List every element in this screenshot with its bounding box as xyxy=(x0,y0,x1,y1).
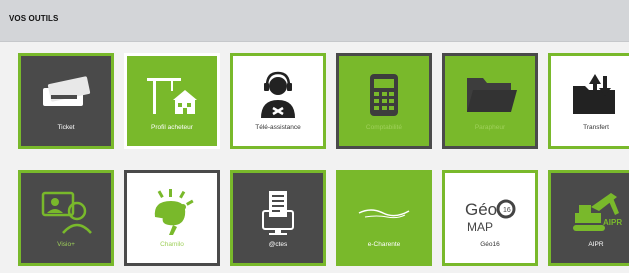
tile-label: Ticket xyxy=(57,124,75,131)
tile-label: Comptabilité xyxy=(365,124,403,131)
chameleon-icon xyxy=(143,187,201,237)
tile-label: Chamilo xyxy=(160,241,184,248)
section-header: VOS OUTILS xyxy=(0,0,629,42)
tile-profil-acheteur[interactable]: Profil acheteur xyxy=(124,53,220,149)
support-headset-icon xyxy=(249,70,307,120)
tile-label: Visio+ xyxy=(57,241,75,248)
tile-chamilo[interactable]: Chamilo xyxy=(124,170,220,266)
tile-parapheur[interactable]: Parapheur xyxy=(442,53,538,149)
video-call-icon xyxy=(37,187,95,237)
calculator-icon xyxy=(355,70,413,120)
excavator-icon: AIPR xyxy=(567,187,625,237)
ticket-icon xyxy=(37,70,95,120)
construction-building-icon xyxy=(143,70,201,120)
tile-transfert[interactable]: Transfert xyxy=(548,53,629,149)
tile-label: Parapheur xyxy=(474,124,506,131)
document-monitor-icon xyxy=(249,187,307,237)
tile-label: Transfert xyxy=(583,124,609,131)
e-charente-logo-icon xyxy=(355,187,413,237)
tile-actes[interactable]: @ctes xyxy=(230,170,326,266)
svg-text:Géo: Géo xyxy=(465,200,497,219)
tile-label: Géo16 xyxy=(480,241,500,248)
tile-geo16[interactable]: Géo 16 MAP Géo16 xyxy=(442,170,538,266)
tile-label: e-Charente xyxy=(367,241,401,248)
tile-tele-assistance[interactable]: Télé-assistance xyxy=(230,53,326,149)
svg-text:16: 16 xyxy=(503,207,511,214)
tile-label: @ctes xyxy=(268,241,288,248)
tile-aipr[interactable]: AIPR AIPR xyxy=(548,170,629,266)
folder-icon xyxy=(461,70,519,120)
section-title: VOS OUTILS xyxy=(9,14,59,23)
svg-text:AIPR: AIPR xyxy=(603,218,622,227)
geo16-logo-icon: Géo 16 MAP xyxy=(461,187,519,237)
tile-ticket[interactable]: Ticket xyxy=(18,53,114,149)
tile-visio[interactable]: Visio+ xyxy=(18,170,114,266)
svg-text:MAP: MAP xyxy=(467,220,493,234)
tile-label: Télé-assistance xyxy=(255,124,301,131)
tile-label: AIPR xyxy=(588,241,604,248)
tile-comptabilite[interactable]: Comptabilité xyxy=(336,53,432,149)
transfer-folder-icon xyxy=(567,70,625,120)
tile-label: Profil acheteur xyxy=(151,124,193,131)
tile-e-charente[interactable]: e-Charente xyxy=(336,170,432,266)
